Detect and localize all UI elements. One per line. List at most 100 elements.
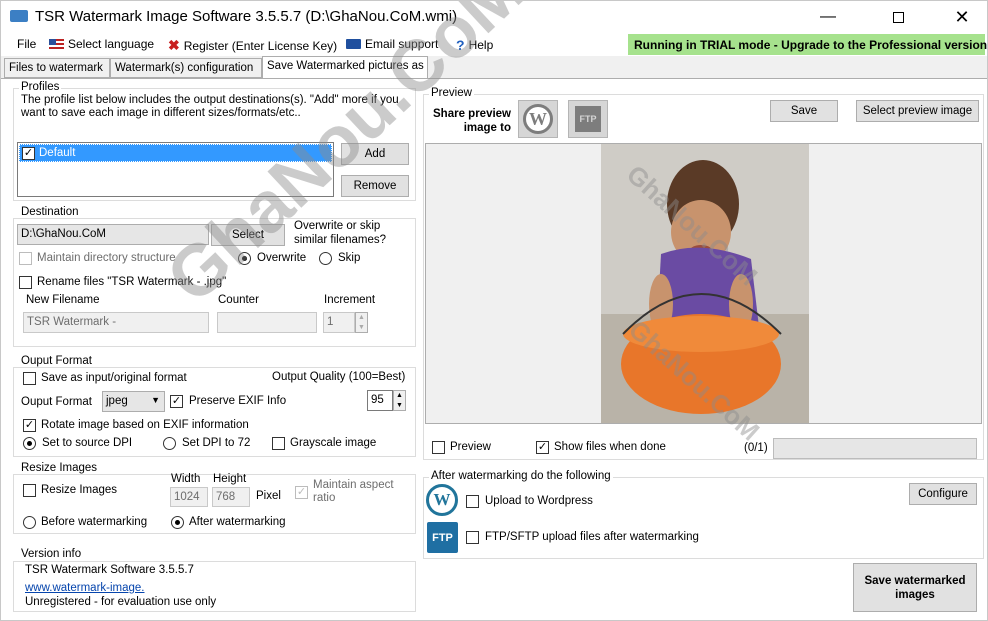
- profiles-description: The profile list below includes the outp…: [21, 94, 399, 119]
- skip-label: Skip: [338, 252, 361, 264]
- show-files-label: Show files when done: [554, 441, 666, 453]
- profile-name: Default: [39, 147, 76, 159]
- new-filename-field[interactable]: TSR Watermark -: [23, 312, 209, 333]
- before-watermarking-label: Before watermarking: [41, 516, 148, 528]
- dpi-source-label: Set to source DPI: [42, 437, 133, 449]
- menu-help[interactable]: ? Help: [456, 37, 493, 53]
- maximize-icon[interactable]: [875, 1, 921, 33]
- trial-banner[interactable]: Running in TRIAL mode - Upgrade to the P…: [628, 34, 987, 55]
- rotate-exif-checkbox[interactable]: ✓: [23, 419, 36, 432]
- main-panel: Profiles The profile list below includes…: [1, 1, 987, 620]
- ftp-icon: FTP: [575, 106, 601, 132]
- save-original-format-label: Save as input/original format: [41, 372, 187, 384]
- after-watermarking-label: After watermarking: [189, 516, 286, 528]
- minimize-icon[interactable]: —: [805, 1, 851, 33]
- preserve-exif-label: Preserve EXIF Info: [189, 395, 287, 407]
- maintain-aspect-label: Maintain aspect ratio: [313, 479, 394, 504]
- grayscale-checkbox[interactable]: [272, 437, 285, 450]
- output-format-title: Ouput Format: [19, 355, 94, 367]
- configure-button[interactable]: Configure: [909, 483, 977, 505]
- maintain-aspect-checkbox[interactable]: ✓: [295, 486, 308, 499]
- maintain-dir-checkbox[interactable]: [19, 252, 32, 265]
- tab-strip: Files to watermark Watermark(s) configur…: [1, 56, 987, 79]
- register-x-icon: ✖: [168, 37, 180, 53]
- share-preview-label: Share preview image to: [433, 108, 511, 134]
- output-quality-field[interactable]: 95: [367, 390, 393, 411]
- skip-radio[interactable]: [319, 252, 332, 265]
- output-format-label: Ouput Format: [21, 396, 92, 408]
- height-field[interactable]: 768: [212, 487, 250, 507]
- tab-watermark-configuration[interactable]: Watermark(s) configuration: [110, 58, 262, 78]
- destination-title: Destination: [19, 206, 81, 218]
- upload-wordpress-checkbox[interactable]: [466, 495, 479, 508]
- increment-stepper[interactable]: ▲ ▼: [355, 312, 368, 333]
- version-title: Version info: [19, 548, 84, 560]
- dpi-source-radio[interactable]: [23, 437, 36, 450]
- ftp-upload-label: FTP/SFTP upload files after watermarking: [485, 531, 699, 543]
- list-item[interactable]: ✓ Default: [19, 144, 332, 162]
- preserve-exif-checkbox[interactable]: ✓: [170, 395, 183, 408]
- chevron-down-icon: ▼: [151, 395, 160, 405]
- preview-image: [601, 144, 809, 423]
- save-watermarked-images-button[interactable]: Save watermarked images: [853, 563, 977, 612]
- maintain-dir-label: Maintain directory structure: [37, 252, 176, 264]
- remove-profile-button[interactable]: Remove: [341, 175, 409, 197]
- output-format-value: jpeg: [106, 395, 128, 407]
- menu-email-support[interactable]: Email support: [346, 37, 438, 51]
- pixel-label: Pixel: [256, 490, 281, 502]
- rotate-exif-label: Rotate image based on EXIF information: [41, 419, 249, 431]
- tab-save-watermarked[interactable]: Save Watermarked pictures as: [262, 56, 428, 79]
- version-name: TSR Watermark Software 3.5.5.7: [25, 564, 194, 576]
- app-icon: [10, 10, 28, 22]
- after-watermarking-title: After watermarking do the following: [429, 470, 613, 482]
- width-field[interactable]: 1024: [170, 487, 208, 507]
- counter-label: Counter: [218, 294, 259, 306]
- overwrite-radio[interactable]: [238, 252, 251, 265]
- menu-file[interactable]: File: [17, 37, 36, 51]
- close-icon[interactable]: ✕: [939, 1, 985, 33]
- share-ftp-button[interactable]: FTP: [568, 100, 608, 138]
- preview-canvas: [425, 143, 982, 424]
- output-quality-label: Output Quality (100=Best): [272, 371, 406, 383]
- select-preview-image-button[interactable]: Select preview image: [856, 100, 979, 122]
- counter-field[interactable]: [217, 312, 317, 333]
- wordpress-logo-icon: W: [426, 484, 458, 516]
- after-watermarking-radio[interactable]: [171, 516, 184, 529]
- resize-title: Resize Images: [19, 462, 100, 474]
- show-files-checkbox[interactable]: ✓: [536, 441, 549, 454]
- progress-bar: [773, 438, 977, 459]
- tab-files-to-watermark[interactable]: Files to watermark: [4, 58, 110, 78]
- preview-checkbox[interactable]: [432, 441, 445, 454]
- menu-select-language[interactable]: Select language: [49, 37, 154, 51]
- grayscale-label: Grayscale image: [290, 437, 377, 449]
- output-format-select[interactable]: jpeg ▼: [102, 391, 165, 412]
- child-photo: [601, 144, 809, 423]
- before-watermarking-radio[interactable]: [23, 516, 36, 529]
- website-link[interactable]: www.watermark-image.: [25, 582, 173, 594]
- dpi-72-radio[interactable]: [163, 437, 176, 450]
- share-wordpress-button[interactable]: W: [518, 100, 558, 138]
- save-original-format-checkbox[interactable]: [23, 372, 36, 385]
- save-preview-button[interactable]: Save: [770, 100, 838, 122]
- menu-register[interactable]: ✖ Register (Enter License Key): [168, 37, 337, 54]
- menu-register-label: Register (Enter License Key): [183, 38, 338, 53]
- profiles-list[interactable]: ✓ Default: [17, 142, 334, 197]
- upload-wordpress-label: Upload to Wordpress: [485, 495, 593, 507]
- profile-checkbox[interactable]: ✓: [22, 147, 35, 160]
- envelope-icon: [346, 39, 361, 49]
- ftp-upload-checkbox[interactable]: [466, 531, 479, 544]
- add-profile-button[interactable]: Add: [341, 143, 409, 165]
- rename-files-checkbox[interactable]: [19, 276, 32, 289]
- increment-field[interactable]: 1: [323, 312, 355, 333]
- registration-status: Unregistered - for evaluation use only: [25, 596, 217, 608]
- ftp-logo-icon: FTP: [427, 522, 458, 553]
- menu-help-label: Help: [468, 38, 494, 52]
- destination-path-field[interactable]: D:\GhaNou.CoM: [17, 224, 209, 245]
- overwrite-question: Overwrite or skip similar filenames?: [294, 220, 387, 246]
- title-bar: TSR Watermark Image Software 3.5.5.7 (D:…: [1, 1, 987, 33]
- resize-images-checkbox[interactable]: [23, 484, 36, 497]
- select-destination-button[interactable]: Select: [211, 224, 285, 246]
- wordpress-icon: W: [523, 104, 553, 134]
- preview-title: Preview: [429, 87, 474, 99]
- output-quality-stepper[interactable]: ▲ ▼: [393, 390, 406, 411]
